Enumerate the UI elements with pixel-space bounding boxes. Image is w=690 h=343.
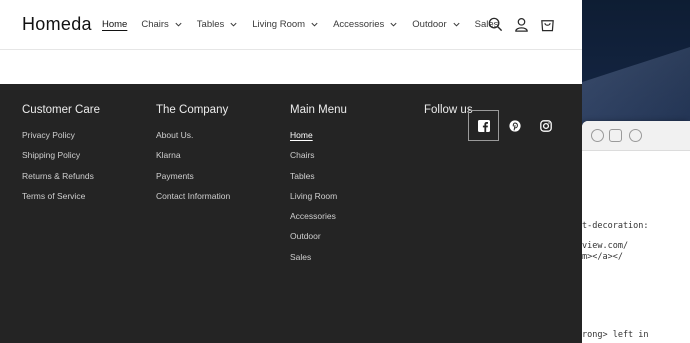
footer-link[interactable]: Sales [290,252,347,272]
header-actions [478,16,556,33]
chevron-down-icon [390,22,397,27]
site-header: Homeda Home Chairs Tables Living Room Ac… [0,0,582,50]
footer-link[interactable]: Outdoor [290,231,347,251]
footer-link[interactable]: Home [290,130,347,150]
pinterest-link[interactable] [499,110,530,141]
footer-link[interactable]: Tables [290,171,347,191]
chevron-down-icon [175,22,182,27]
footer-column-follow: Follow us [424,104,473,130]
nav-item-label: Living Room [252,19,306,30]
site-logo[interactable]: Homeda [22,14,92,35]
footer-link[interactable]: Privacy Policy [22,130,100,150]
footer-link[interactable]: Terms of Service [22,191,100,211]
nav-item-tables[interactable]: Tables [197,19,238,30]
nav-item-label: Tables [196,19,225,30]
nav-item-label: Outdoor [412,19,447,30]
footer-column-main-menu: Main Menu Home Chairs Tables Living Room… [290,104,347,272]
account-icon[interactable] [513,16,530,33]
instagram-icon [539,119,552,132]
code-line: t-decoration: [582,221,649,231]
pinterest-icon [508,119,521,132]
footer-column-company: The Company About Us. Klarna Payments Co… [156,104,230,211]
footer-heading: Customer Care [22,104,100,116]
code-line: view.com/ [582,241,629,251]
content-spacer [0,50,582,83]
code-line: m></a></ [582,252,623,262]
nav-item-home[interactable]: Home [102,19,127,30]
chevron-down-icon [453,22,460,27]
social-links [468,110,561,141]
editor-toolbar [582,121,690,151]
site-footer: Customer Care Privacy Policy Shipping Po… [0,84,582,343]
instagram-link[interactable] [530,110,561,141]
nav-item-accessories[interactable]: Accessories [333,19,398,30]
nav-item-outdoor[interactable]: Outdoor [412,19,460,30]
footer-link[interactable]: Chairs [290,150,347,170]
nav-item-label: Accessories [333,19,385,30]
footer-heading: Main Menu [290,104,347,116]
footer-link[interactable]: Returns & Refunds [22,171,100,191]
share-icon[interactable] [609,129,622,142]
facebook-link[interactable] [468,110,499,141]
footer-link[interactable]: Accessories [290,211,347,231]
main-navigation: Home Chairs Tables Living Room Accessori… [102,19,512,30]
nav-item-label: Chairs [141,19,169,30]
footer-link[interactable]: About Us. [156,130,230,150]
store-page: Homeda Home Chairs Tables Living Room Ac… [0,0,582,343]
upload-icon[interactable] [591,129,604,142]
footer-link[interactable]: Shipping Policy [22,150,100,170]
footer-link[interactable]: Payments [156,171,230,191]
facebook-icon [477,119,490,132]
footer-heading: Follow us [424,104,473,116]
footer-heading: The Company [156,104,229,116]
background-editor-window[interactable]: t-decoration: view.com/ m></a></ rong> l… [582,121,690,343]
footer-column-customer-care: Customer Care Privacy Policy Shipping Po… [22,104,100,211]
cart-icon[interactable] [539,16,556,33]
chevron-down-icon [311,22,318,27]
search-icon[interactable] [629,129,642,142]
nav-item-label: Home [102,19,128,30]
nav-item-chairs[interactable]: Chairs [141,19,182,30]
footer-link[interactable]: Klarna [156,150,230,170]
footer-link[interactable]: Living Room [290,191,347,211]
nav-item-living-room[interactable]: Living Room [252,19,319,30]
footer-link[interactable]: Contact Information [156,191,230,211]
chevron-down-icon [230,22,237,27]
search-icon[interactable] [487,16,504,33]
code-line: rong> left in [582,330,649,340]
